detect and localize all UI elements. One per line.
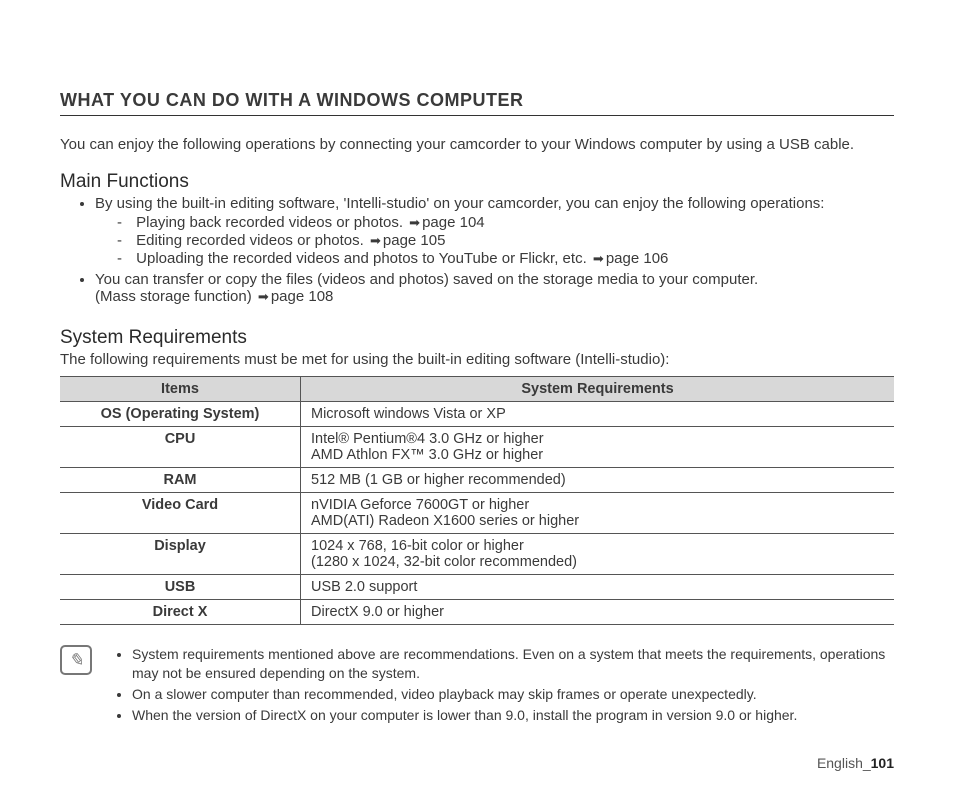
- table-row: CPUIntel® Pentium®4 3.0 GHz or higherAMD…: [60, 427, 894, 468]
- footer-page: 101: [871, 755, 894, 771]
- table-cell-requirement: USB 2.0 support: [301, 575, 895, 600]
- arrow-icon: ➡: [258, 289, 269, 304]
- main-item-2b: (Mass storage function): [95, 288, 256, 305]
- page-footer: English_101: [60, 755, 894, 771]
- note-list: System requirements mentioned above are …: [112, 645, 894, 727]
- note-icon: ✎: [60, 645, 92, 675]
- table-header-items: Items: [60, 377, 301, 402]
- main-sub-list: Playing back recorded videos or photos. …: [95, 214, 894, 267]
- table-cell-item: Direct X: [60, 600, 301, 625]
- sub-editing: Editing recorded videos or photos. ➡page…: [117, 232, 894, 249]
- main-functions-list: By using the built-in editing software, …: [60, 195, 894, 305]
- table-cell-requirement: 1024 x 768, 16-bit color or higher(1280 …: [301, 534, 895, 575]
- main-item-2a: You can transfer or copy the files (vide…: [95, 271, 758, 288]
- table-cell-requirement: Intel® Pentium®4 3.0 GHz or higherAMD At…: [301, 427, 895, 468]
- table-cell-requirement: DirectX 9.0 or higher: [301, 600, 895, 625]
- main-item-2: You can transfer or copy the files (vide…: [95, 271, 894, 305]
- table-row: USBUSB 2.0 support: [60, 575, 894, 600]
- note-2: On a slower computer than recommended, v…: [132, 685, 894, 704]
- note-1: System requirements mentioned above are …: [132, 645, 894, 683]
- sub-editing-page: page 105: [383, 232, 446, 249]
- table-header-requirements: System Requirements: [301, 377, 895, 402]
- table-row: Direct XDirectX 9.0 or higher: [60, 600, 894, 625]
- system-requirements-table: Items System Requirements OS (Operating …: [60, 376, 894, 625]
- footer-lang: English_: [817, 755, 871, 771]
- table-cell-item: Display: [60, 534, 301, 575]
- sub-upload: Uploading the recorded videos and photos…: [117, 250, 894, 267]
- table-cell-requirement: nVIDIA Geforce 7600GT or higherAMD(ATI) …: [301, 493, 895, 534]
- table-cell-requirement: 512 MB (1 GB or higher recommended): [301, 468, 895, 493]
- table-row: OS (Operating System)Microsoft windows V…: [60, 402, 894, 427]
- system-requirements-heading: System Requirements: [60, 327, 894, 349]
- arrow-icon: ➡: [409, 215, 420, 230]
- arrow-icon: ➡: [370, 233, 381, 248]
- sub-playback: Playing back recorded videos or photos. …: [117, 214, 894, 231]
- table-row: Display1024 x 768, 16-bit color or highe…: [60, 534, 894, 575]
- main-item-1-text: By using the built-in editing software, …: [95, 195, 824, 212]
- table-cell-item: OS (Operating System): [60, 402, 301, 427]
- table-cell-item: Video Card: [60, 493, 301, 534]
- sub-upload-page: page 106: [606, 250, 669, 267]
- page-title: WHAT YOU CAN DO WITH A WINDOWS COMPUTER: [60, 90, 894, 116]
- arrow-icon: ➡: [593, 251, 604, 266]
- table-cell-item: RAM: [60, 468, 301, 493]
- table-cell-requirement: Microsoft windows Vista or XP: [301, 402, 895, 427]
- note-3: When the version of DirectX on your comp…: [132, 706, 894, 725]
- table-row: RAM512 MB (1 GB or higher recommended): [60, 468, 894, 493]
- sub-playback-text: Playing back recorded videos or photos.: [136, 214, 407, 231]
- main-item-2-page: page 108: [271, 288, 334, 305]
- intro-text: You can enjoy the following operations b…: [60, 136, 894, 153]
- main-functions-heading: Main Functions: [60, 171, 894, 193]
- note-block: ✎ System requirements mentioned above ar…: [60, 645, 894, 727]
- sub-upload-text: Uploading the recorded videos and photos…: [136, 250, 591, 267]
- sub-playback-page: page 104: [422, 214, 485, 231]
- system-requirements-intro: The following requirements must be met f…: [60, 351, 894, 368]
- sub-editing-text: Editing recorded videos or photos.: [136, 232, 368, 249]
- table-cell-item: USB: [60, 575, 301, 600]
- table-cell-item: CPU: [60, 427, 301, 468]
- table-row: Video CardnVIDIA Geforce 7600GT or highe…: [60, 493, 894, 534]
- main-item-1: By using the built-in editing software, …: [95, 195, 894, 267]
